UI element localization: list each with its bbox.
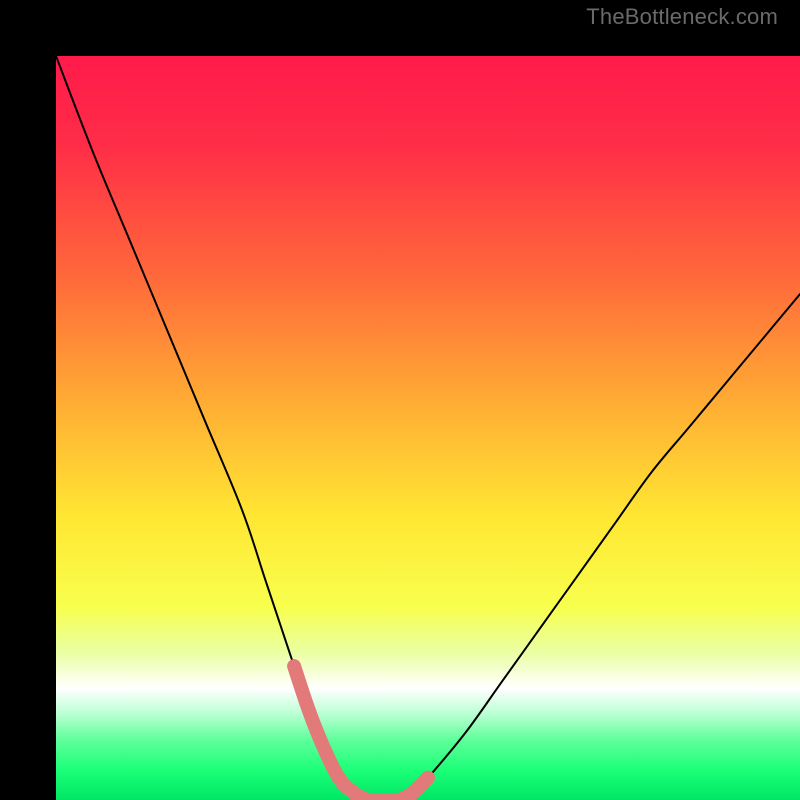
plot-area [56,56,800,800]
bottleneck-chart [56,56,800,800]
watermark-text: TheBottleneck.com [586,4,778,30]
chart-frame [0,0,800,800]
